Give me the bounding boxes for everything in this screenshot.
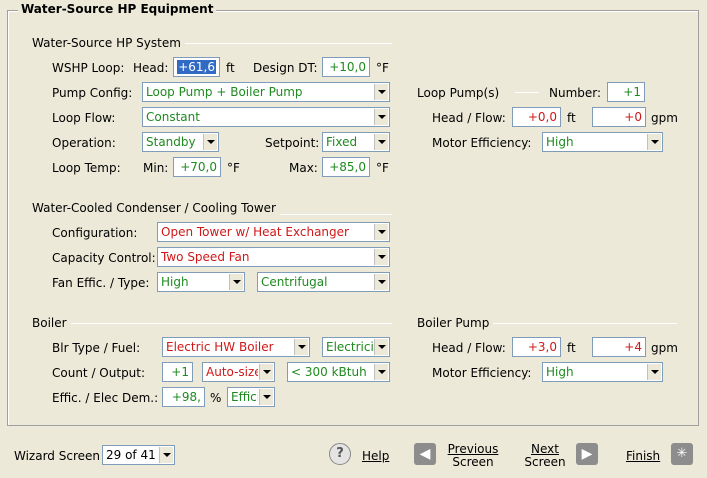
- chevron-down-icon[interactable]: [229, 274, 243, 290]
- chevron-down-icon[interactable]: [374, 339, 388, 355]
- chevron-down-icon[interactable]: [374, 274, 388, 290]
- loop-temp-label: Loop Temp:: [52, 161, 121, 175]
- chevron-down-icon[interactable]: [374, 364, 388, 380]
- setpoint-select[interactable]: Fixed: [322, 132, 390, 152]
- chevron-down-icon[interactable]: [159, 447, 173, 463]
- chevron-down-icon[interactable]: [374, 109, 388, 125]
- design-dt-unit: °F: [376, 61, 389, 75]
- configuration-label: Configuration:: [52, 226, 138, 240]
- boiler-pump-flow-input[interactable]: +4: [592, 337, 646, 357]
- chevron-down-icon[interactable]: [647, 134, 661, 150]
- window-title: Water-Source HP Equipment: [18, 2, 217, 16]
- elec-dem-select[interactable]: Effici: [227, 387, 275, 407]
- boiler-motor-eff-label: Motor Efficiency:: [432, 366, 532, 380]
- loop-pumps-title: Loop Pump(s): [417, 86, 500, 100]
- wshp-loop-label: WSHP Loop:: [52, 61, 125, 75]
- operation-label: Operation:: [52, 136, 116, 150]
- chevron-down-icon[interactable]: [647, 364, 661, 380]
- effic-unit: %: [210, 391, 222, 405]
- boiler-output-mode-select[interactable]: Auto-size: [202, 362, 275, 382]
- condenser-title: Water-Cooled Condenser / Cooling Tower: [32, 201, 280, 215]
- boiler-divider: [32, 323, 392, 324]
- next-arrow-icon[interactable]: ▶: [576, 443, 598, 465]
- boiler-title: Boiler: [32, 316, 71, 330]
- head-unit: ft: [226, 61, 235, 75]
- previous-arrow-icon[interactable]: ◀: [414, 443, 436, 465]
- setpoint-label: Setpoint:: [265, 136, 320, 150]
- next-label-line2: Screen: [524, 455, 566, 469]
- boiler-motor-eff-select[interactable]: High: [542, 362, 663, 382]
- loop-temp-min-input[interactable]: +70,0: [173, 157, 221, 177]
- loop-motor-eff-label: Motor Efficiency:: [432, 136, 532, 150]
- boiler-pump-head-input[interactable]: +3,0: [512, 337, 561, 357]
- head-label: Head:: [133, 61, 169, 75]
- effic-label: Effic. / Elec Dem.:: [52, 391, 159, 405]
- loop-pumps-divider: [515, 92, 539, 93]
- chevron-down-icon[interactable]: [374, 224, 388, 240]
- loop-pump-number-input[interactable]: +1: [607, 82, 645, 102]
- finish-button[interactable]: Finish: [626, 449, 660, 463]
- help-button[interactable]: Help: [362, 449, 389, 463]
- previous-label-line2: Screen: [452, 455, 494, 469]
- pump-config-select[interactable]: Loop Pump + Boiler Pump: [142, 82, 390, 102]
- boiler-pump-head-unit: ft: [567, 341, 576, 355]
- boiler-type-fuel-label: Blr Type / Fuel:: [52, 341, 141, 355]
- chevron-down-icon[interactable]: [374, 84, 388, 100]
- boiler-head-flow-label: Head / Flow:: [432, 341, 506, 355]
- loop-motor-eff-select[interactable]: High: [542, 132, 663, 152]
- finish-icon[interactable]: ✳: [671, 443, 693, 465]
- chevron-down-icon[interactable]: [374, 134, 388, 150]
- loop-temp-max-input[interactable]: +85,0: [322, 157, 370, 177]
- boiler-count-input[interactable]: +1: [162, 362, 193, 382]
- previous-screen-button[interactable]: Previous Screen: [446, 443, 500, 469]
- pump-config-label: Pump Config:: [52, 86, 133, 100]
- max-label: Max:: [289, 161, 318, 175]
- fan-label: Fan Effic. / Type:: [52, 276, 150, 290]
- fan-effic-select[interactable]: High: [157, 272, 245, 292]
- min-label: Min:: [143, 161, 169, 175]
- count-output-label: Count / Output:: [52, 366, 146, 380]
- loop-head-flow-label: Head / Flow:: [432, 111, 506, 125]
- boiler-output-select[interactable]: < 300 kBtuh: [287, 362, 390, 382]
- operation-select[interactable]: Standby: [142, 132, 219, 152]
- max-unit: °F: [376, 161, 389, 175]
- min-unit: °F: [227, 161, 240, 175]
- loop-pump-flow-input[interactable]: +0: [592, 107, 646, 127]
- loop-pump-head-unit: ft: [567, 111, 576, 125]
- boiler-effic-input[interactable]: +98,: [162, 387, 205, 407]
- loop-pump-flow-unit: gpm: [651, 111, 678, 125]
- wshp-system-title: Water-Source HP System: [32, 36, 185, 50]
- next-screen-button[interactable]: Next Screen: [520, 443, 570, 469]
- loop-pump-head-input[interactable]: +0,0: [512, 107, 561, 127]
- boiler-fuel-select[interactable]: Electricit: [322, 337, 390, 357]
- wizard-screen-select[interactable]: 29 of 41: [102, 445, 175, 465]
- chevron-down-icon[interactable]: [374, 249, 388, 265]
- design-dt-label: Design DT:: [253, 61, 318, 75]
- boiler-pump-flow-unit: gpm: [651, 341, 678, 355]
- design-dt-input[interactable]: +10,0: [322, 57, 370, 77]
- capacity-control-select[interactable]: Two Speed Fan: [157, 247, 390, 267]
- wizard-screen-label: Wizard Screen: [14, 449, 100, 463]
- chevron-down-icon[interactable]: [294, 339, 308, 355]
- chevron-down-icon[interactable]: [259, 364, 273, 380]
- loop-flow-select[interactable]: Constant: [142, 107, 390, 127]
- chevron-down-icon[interactable]: [259, 389, 273, 405]
- fan-type-select[interactable]: Centrifugal: [257, 272, 390, 292]
- help-icon[interactable]: ?: [329, 443, 351, 465]
- chevron-down-icon[interactable]: [203, 134, 217, 150]
- boiler-type-select[interactable]: Electric HW Boiler: [162, 337, 310, 357]
- configuration-select[interactable]: Open Tower w/ Heat Exchanger: [157, 222, 390, 242]
- capacity-control-label: Capacity Control:: [52, 251, 156, 265]
- number-label: Number:: [549, 86, 602, 100]
- loop-head-input[interactable]: +61,6: [173, 57, 220, 77]
- loop-flow-label: Loop Flow:: [52, 111, 116, 125]
- boiler-pump-title: Boiler Pump: [417, 316, 494, 330]
